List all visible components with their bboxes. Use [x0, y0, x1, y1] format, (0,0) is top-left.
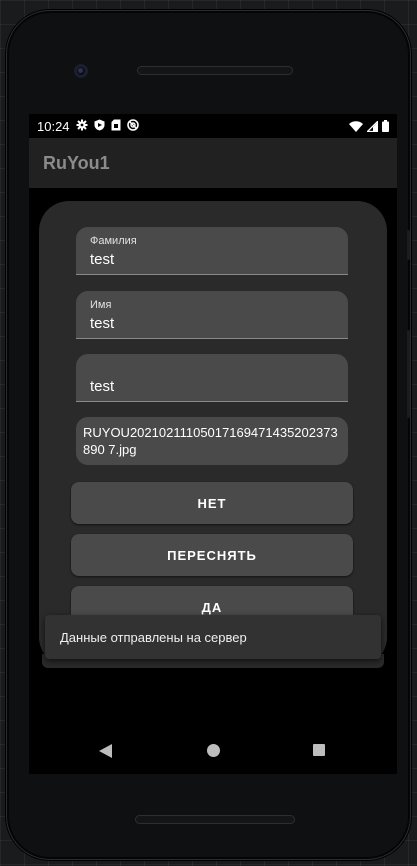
home-icon[interactable]: [207, 744, 220, 757]
snackbar-message: Данные отправлены на сервер: [60, 630, 247, 645]
bottom-speaker: [135, 815, 295, 824]
power-button: [407, 230, 410, 260]
name-value: test: [90, 315, 115, 332]
file-name-field[interactable]: RUYOU20210211105017169471435202373890 7.…: [76, 417, 348, 465]
file-name-value: RUYOU20210211105017169471435202373890 7.…: [83, 425, 338, 457]
earpiece-speaker: [137, 66, 293, 75]
app-bar: RuYou1: [29, 138, 397, 188]
front-camera: [74, 64, 88, 78]
surname-value: test: [90, 251, 115, 268]
status-right-icons: [349, 120, 389, 132]
retake-button[interactable]: ПЕРЕСНЯТЬ: [71, 534, 353, 576]
name-label: Имя: [90, 299, 112, 311]
confirm-dialog: Фамилия test Имя test test RUYOU20210211…: [39, 201, 387, 667]
gear-icon: [76, 119, 88, 131]
shield-icon: [94, 119, 105, 131]
status-left-icons: [76, 119, 139, 131]
third-value: test: [90, 378, 115, 395]
status-bar: 10:24: [29, 114, 397, 138]
third-field[interactable]: test: [76, 354, 348, 402]
status-time: 10:24: [37, 119, 70, 134]
device-screen: 10:24 RuYou1 Фамилия test Имя test test …: [29, 114, 397, 774]
no-button[interactable]: НЕТ: [71, 482, 353, 524]
signal-icon: [367, 120, 378, 132]
battery-icon: [382, 120, 389, 132]
phone-frame: 10:24 RuYou1 Фамилия test Имя test test …: [6, 10, 411, 860]
name-field[interactable]: Имя test: [76, 291, 348, 339]
back-icon[interactable]: [99, 744, 112, 758]
surname-field[interactable]: Фамилия test: [76, 227, 348, 275]
surname-label: Фамилия: [90, 235, 137, 247]
snackbar: Данные отправлены на сервер: [45, 615, 381, 659]
wifi-icon: [349, 120, 363, 132]
navigation-bar: [29, 734, 397, 774]
do-not-disturb-icon: [127, 119, 139, 131]
volume-button: [407, 330, 410, 418]
app-title: RuYou1: [43, 153, 110, 173]
recents-icon[interactable]: [313, 744, 325, 756]
sim-card-icon: [111, 119, 121, 131]
